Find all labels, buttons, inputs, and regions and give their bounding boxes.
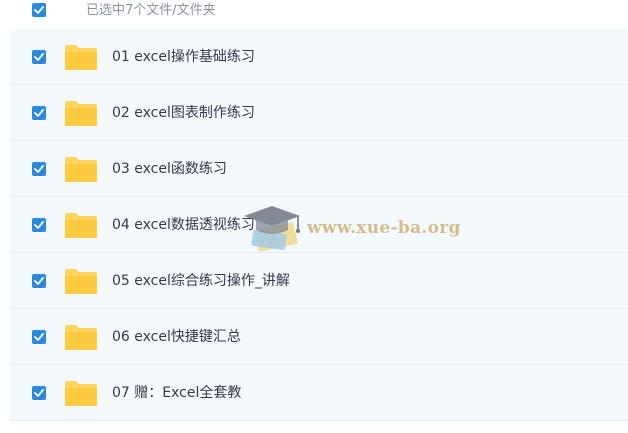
graduation-cap-icon	[244, 206, 300, 252]
checkmark-icon	[34, 6, 44, 14]
file-row[interactable]: 07 赠：Excel全套教	[10, 365, 628, 421]
row-checkbox[interactable]	[32, 50, 46, 64]
file-row[interactable]: 05 excel综合练习操作_讲解	[10, 253, 628, 309]
checkmark-icon	[34, 165, 44, 173]
folder-icon	[64, 44, 98, 71]
folder-icon	[64, 212, 98, 239]
folder-icon	[64, 156, 98, 183]
file-row[interactable]: 02 excel图表制作练习	[10, 85, 628, 141]
row-checkbox[interactable]	[32, 218, 46, 232]
file-name[interactable]: 05 excel综合练习操作_讲解	[112, 272, 290, 290]
file-name[interactable]: 02 excel图表制作练习	[112, 104, 255, 122]
file-row[interactable]: 06 excel快捷键汇总	[10, 309, 628, 365]
watermark: www.xue-ba.org	[242, 200, 460, 256]
row-checkbox[interactable]	[32, 330, 46, 344]
row-checkbox[interactable]	[32, 162, 46, 176]
folder-icon	[64, 268, 98, 295]
folder-icon	[64, 380, 98, 407]
file-name[interactable]: 07 赠：Excel全套教	[112, 384, 241, 402]
file-name[interactable]: 01 excel操作基础练习	[112, 48, 255, 66]
file-name[interactable]: 04 excel数据透视练习	[112, 216, 255, 234]
selection-count-label: 已选中7个文件/文件夹	[86, 3, 216, 18]
file-name[interactable]: 03 excel函数练习	[112, 160, 227, 178]
checkmark-icon	[34, 277, 44, 285]
checkmark-icon	[34, 53, 44, 61]
folder-icon	[64, 324, 98, 351]
row-checkbox[interactable]	[32, 274, 46, 288]
row-checkbox[interactable]	[32, 386, 46, 400]
checkmark-icon	[34, 389, 44, 397]
selection-header: 已选中7个文件/文件夹	[0, 0, 628, 29]
file-name[interactable]: 06 excel快捷键汇总	[112, 328, 241, 346]
checkmark-icon	[34, 109, 44, 117]
row-checkbox[interactable]	[32, 106, 46, 120]
checkmark-icon	[34, 333, 44, 341]
watermark-text: www.xue-ba.org	[307, 218, 461, 238]
select-all-checkbox[interactable]	[32, 3, 46, 17]
file-row[interactable]: 03 excel函数练习	[10, 141, 628, 197]
file-row[interactable]: 01 excel操作基础练习	[10, 29, 628, 85]
checkmark-icon	[34, 221, 44, 229]
file-list-page: 已选中7个文件/文件夹 01 excel操作基础练习 02 excel图表制作练…	[0, 0, 628, 433]
folder-icon	[64, 100, 98, 127]
